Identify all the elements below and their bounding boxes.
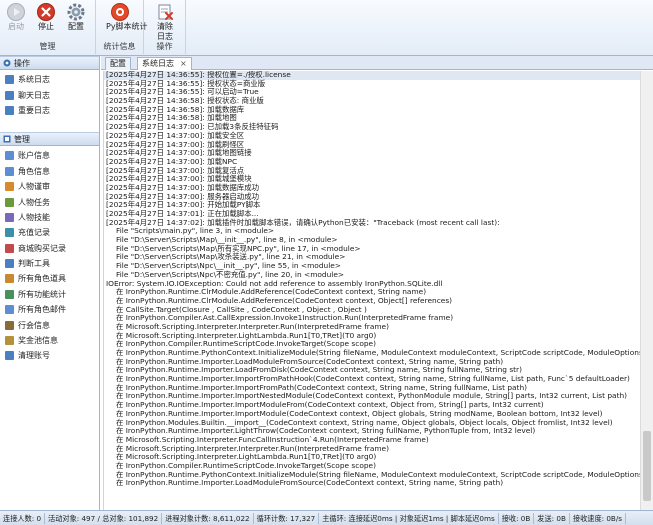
clear-log-button[interactable]: 清除日志 bbox=[151, 2, 179, 42]
panel-item[interactable]: 角色信息 bbox=[0, 164, 99, 179]
panel-item-label: 行会信息 bbox=[18, 320, 50, 330]
ops-section-icon bbox=[3, 59, 11, 67]
tab-config-label: 配置 bbox=[110, 59, 126, 68]
navigation-panel: 操作 系统日志聊天日志重要日志 管理 账户信息角色信息人物谨审人物任务人物技能充… bbox=[0, 56, 100, 510]
status-item: 活动对象: 497 / 总对象: 101,892 bbox=[45, 512, 163, 524]
panel-item[interactable]: 判断工具 bbox=[0, 256, 99, 271]
py-script-stats-label: Py脚本统计 bbox=[106, 22, 148, 31]
ribbon-group-ops-title: 操作 bbox=[156, 42, 173, 51]
status-item: 连接人数: 0 bbox=[0, 512, 46, 524]
panel-item[interactable]: 系统日志 bbox=[0, 72, 99, 87]
clear-log-label: 清除日志 bbox=[157, 22, 173, 41]
panel-item-label: 人物谨审 bbox=[18, 182, 50, 192]
panel-item[interactable]: 清理账号 bbox=[0, 348, 99, 363]
panel-item[interactable]: 行会信息 bbox=[0, 317, 99, 332]
panel-item-label: 所有角色邮件 bbox=[18, 305, 66, 315]
cleanup-icon bbox=[5, 351, 14, 361]
guild-icon bbox=[5, 320, 14, 330]
panel-item[interactable]: 重要日志 bbox=[0, 103, 99, 118]
panel-item[interactable]: 所有角色邮件 bbox=[0, 302, 99, 317]
manage-section-header[interactable]: 管理 bbox=[0, 132, 99, 147]
manage-section-icon bbox=[3, 135, 11, 143]
panel-item[interactable]: 人物谨审 bbox=[0, 179, 99, 194]
status-item: 主循环: 连接延迟0ms | 对象延迟1ms | 脚本延迟0ms bbox=[319, 512, 499, 524]
account-icon bbox=[5, 151, 14, 161]
important-log-icon bbox=[5, 105, 14, 115]
panel-item[interactable]: 充值记录 bbox=[0, 225, 99, 240]
tab-system-log[interactable]: 系统日志 × bbox=[137, 57, 192, 70]
stats-icon bbox=[5, 289, 14, 299]
log-line: 在 IronPython.Runtime.Importer.LoadModule… bbox=[116, 478, 504, 488]
panel-item-label: 所有功能统计 bbox=[18, 289, 66, 299]
role-icon bbox=[5, 166, 14, 176]
mail-icon bbox=[5, 305, 14, 315]
status-item: 进程对象计数: 8,611,022 bbox=[162, 512, 254, 524]
status-item: 接收: 0B bbox=[499, 512, 535, 524]
panel-item-label: 人物技能 bbox=[18, 212, 50, 222]
panel-item-label: 聊天日志 bbox=[18, 90, 50, 100]
py-script-stats-button[interactable]: Py脚本统计 bbox=[106, 2, 148, 32]
panel-item-label: 充值记录 bbox=[18, 228, 50, 238]
panel-item[interactable]: 奖金池信息 bbox=[0, 333, 99, 348]
status-item: 循环计数: 17,327 bbox=[254, 512, 320, 524]
scrollbar-thumb[interactable] bbox=[643, 431, 651, 501]
ribbon-group-manage: 启动 停止 配置 管理 bbox=[0, 0, 96, 54]
panel-item-label: 重要日志 bbox=[18, 105, 50, 115]
python-stats-icon bbox=[110, 2, 130, 22]
person-icon bbox=[5, 182, 14, 192]
panel-item[interactable]: 聊天日志 bbox=[0, 87, 99, 102]
ribbon-group-ops: 清除日志 操作 bbox=[144, 0, 186, 54]
clear-log-icon bbox=[155, 2, 175, 22]
panel-item[interactable]: 所有功能统计 bbox=[0, 287, 99, 302]
tool-icon bbox=[5, 259, 14, 269]
panel-item-label: 所有角色道具 bbox=[18, 274, 66, 284]
ribbon-group-stats-title: 统计信息 bbox=[103, 42, 136, 51]
ribbon-toolbar: 启动 停止 配置 管理 Py脚本统计 统计信息 清除日志 操作 bbox=[0, 0, 653, 56]
config-button[interactable]: 配置 bbox=[62, 2, 90, 32]
panel-item-label: 判断工具 bbox=[18, 259, 50, 269]
panel-item-label: 清理账号 bbox=[18, 351, 50, 361]
tab-strip: 配置 系统日志 × bbox=[101, 56, 653, 70]
items-icon bbox=[5, 274, 14, 284]
panel-item-label: 奖金池信息 bbox=[18, 336, 58, 346]
tab-system-log-label: 系统日志 bbox=[142, 59, 174, 68]
panel-item[interactable]: 所有角色道具 bbox=[0, 271, 99, 286]
task-icon bbox=[5, 197, 14, 207]
status-item: 接收速度: 0B/s bbox=[570, 512, 627, 524]
ribbon-group-manage-title: 管理 bbox=[39, 42, 56, 51]
panel-item-label: 角色信息 bbox=[18, 166, 50, 176]
recharge-icon bbox=[5, 228, 14, 238]
panel-item[interactable]: 人物任务 bbox=[0, 194, 99, 209]
panel-item-label: 账户信息 bbox=[18, 151, 50, 161]
stop-button[interactable]: 停止 bbox=[32, 2, 60, 32]
panel-item[interactable]: 商城购买记录 bbox=[0, 241, 99, 256]
start-button[interactable]: 启动 bbox=[2, 2, 30, 32]
skill-icon bbox=[5, 212, 14, 222]
gear-icon bbox=[66, 2, 86, 22]
shop-icon bbox=[5, 243, 14, 253]
tab-config[interactable]: 配置 bbox=[105, 57, 131, 70]
panel-item[interactable]: 人物技能 bbox=[0, 210, 99, 225]
config-label: 配置 bbox=[68, 22, 84, 31]
stop-icon bbox=[36, 2, 56, 22]
chat-icon bbox=[5, 90, 14, 100]
panel-item[interactable]: 账户信息 bbox=[0, 148, 99, 163]
panel-item-label: 人物任务 bbox=[18, 197, 50, 207]
log-scrollbar[interactable] bbox=[640, 71, 653, 510]
close-icon[interactable]: × bbox=[180, 59, 187, 68]
start-label: 启动 bbox=[8, 22, 24, 31]
panel-item-label: 商城购买记录 bbox=[18, 243, 66, 253]
status-bar: 连接人数: 0 活动对象: 497 / 总对象: 101,892 进程对象计数: 8… bbox=[0, 510, 653, 525]
log-icon bbox=[5, 75, 14, 85]
ops-section-title: 操作 bbox=[14, 58, 30, 68]
system-log-view[interactable]: [2025年4月27日 14:36:55]: 授权位置=./授权.license… bbox=[103, 71, 640, 510]
prize-icon bbox=[5, 336, 14, 346]
manage-section-title: 管理 bbox=[14, 134, 30, 144]
ribbon-group-stats: Py脚本统计 统计信息 bbox=[96, 0, 148, 54]
panel-item-label: 系统日志 bbox=[18, 75, 50, 85]
status-item: 发送: 0B bbox=[534, 512, 570, 524]
ops-section-header[interactable]: 操作 bbox=[0, 56, 99, 70]
play-icon bbox=[6, 2, 26, 22]
stop-label: 停止 bbox=[38, 22, 54, 31]
